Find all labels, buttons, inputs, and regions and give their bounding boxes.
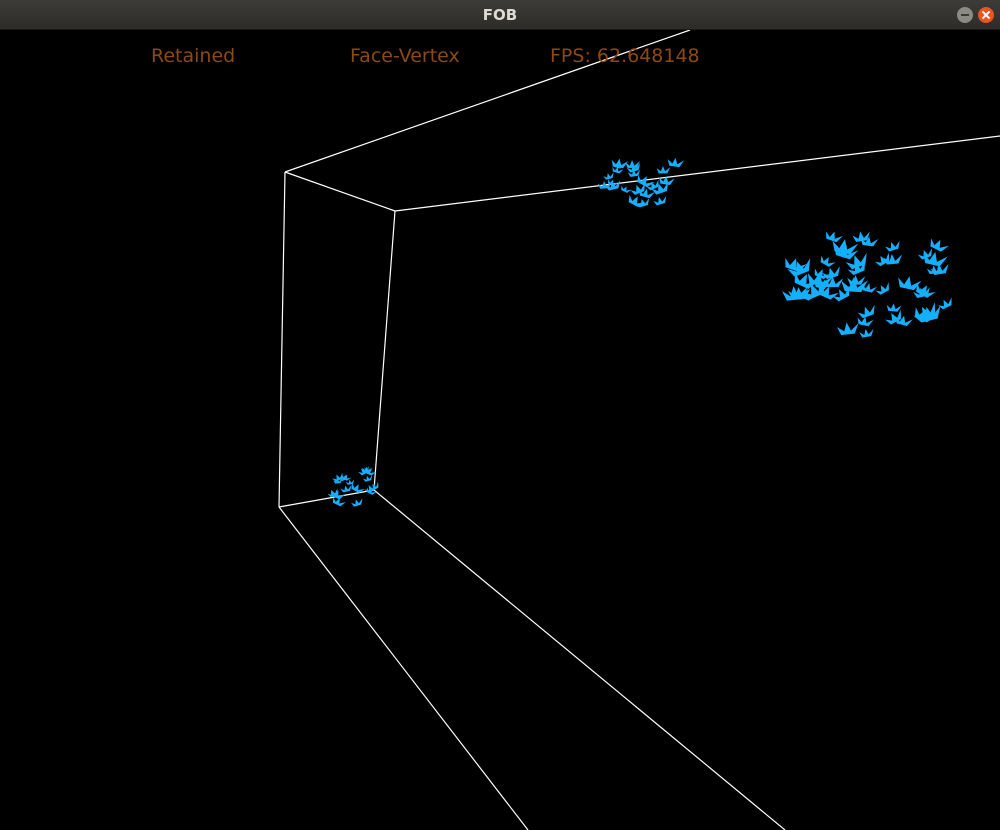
window-title: FOB [482, 6, 518, 24]
boid [362, 475, 373, 482]
boid [895, 315, 913, 327]
boid [883, 253, 903, 265]
boid [874, 252, 890, 267]
boid [875, 282, 889, 295]
title-bar[interactable]: FOB [0, 0, 1000, 30]
fps-counter: FPS: 62.648148 [550, 45, 700, 67]
boid [340, 485, 352, 493]
boid [611, 158, 629, 169]
boid [886, 303, 902, 312]
render-mode-label: Retained [151, 45, 236, 67]
boid [836, 322, 859, 336]
boid [603, 172, 614, 180]
boid [667, 157, 685, 168]
boid [826, 231, 843, 243]
boid [847, 274, 866, 285]
boid [861, 283, 878, 293]
scene-canvas [278, 30, 1000, 830]
boid [885, 240, 900, 252]
app-window: FOB Retained Face-Vertex FPS: 62.648148 [0, 0, 1000, 830]
render-viewport[interactable]: Retained Face-Vertex FPS: 62.648148 [0, 30, 1000, 830]
minimize-icon[interactable] [957, 7, 973, 23]
mesh-format-label: Face-Vertex [350, 45, 460, 67]
boid [653, 195, 667, 206]
boid [621, 185, 632, 193]
bounding-box-wireframe [278, 30, 1000, 830]
boid [656, 165, 671, 174]
boid-flock [327, 157, 952, 507]
boid [857, 304, 875, 319]
boid [350, 498, 363, 507]
close-icon[interactable] [978, 7, 994, 23]
boid [859, 329, 874, 338]
boid [820, 255, 836, 267]
